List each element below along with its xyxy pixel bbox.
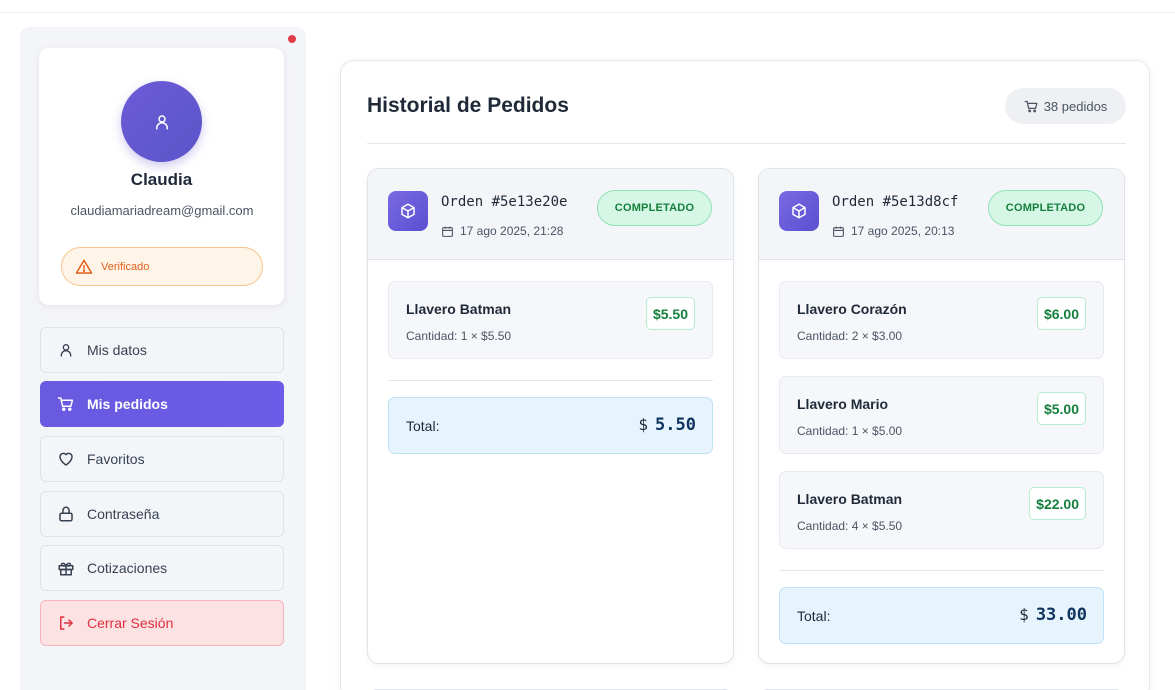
profile-email: claudiamariadream@gmail.com bbox=[70, 203, 254, 218]
order-total: Total: $ 33.00 bbox=[779, 587, 1104, 644]
order-header: Orden #5e13d8cf 17 ago 2025, 20:13 COMPL… bbox=[759, 169, 1124, 260]
order-date-text: 17 ago 2025, 20:13 bbox=[851, 224, 955, 238]
order-card: Orden #5e13d8cf 17 ago 2025, 20:13 COMPL… bbox=[758, 168, 1125, 664]
warning-icon bbox=[75, 259, 93, 274]
user-icon bbox=[57, 341, 75, 359]
sidebar-item-mis-datos[interactable]: Mis datos bbox=[40, 327, 284, 373]
item-price: $22.00 bbox=[1029, 487, 1086, 520]
order-count: 38 pedidos bbox=[1043, 98, 1108, 114]
currency-symbol: $ bbox=[1019, 605, 1029, 624]
package-icon bbox=[779, 191, 819, 231]
sidebar-item-label: Cotizaciones bbox=[87, 560, 168, 576]
sidebar-item-label: Contraseña bbox=[87, 506, 160, 522]
verified-label: Verificado bbox=[101, 260, 150, 273]
order-total: Total: $ 5.50 bbox=[388, 397, 713, 454]
calendar-icon bbox=[442, 226, 453, 237]
item-name: Llavero Mario bbox=[797, 396, 889, 412]
item-price: $5.50 bbox=[645, 297, 695, 330]
notification-dot bbox=[288, 35, 296, 43]
orders-panel: Historial de Pedidos 38 pedidos Orden #5… bbox=[340, 60, 1150, 690]
order-header: Orden #5e13e20e 17 ago 2025, 21:28 COMPL… bbox=[368, 169, 733, 260]
total-amount: 33.00 bbox=[1035, 605, 1087, 625]
item-quantity: Cantidad: 1 × $5.50 bbox=[406, 329, 512, 343]
page-title: Historial de Pedidos bbox=[367, 94, 569, 117]
order-item: Llavero Batman Cantidad: 1 × $5.50 $5.50 bbox=[388, 281, 713, 359]
profile-name: Claudia bbox=[130, 170, 193, 189]
order-item: Llavero Batman Cantidad: 4 × $5.50 $22.0… bbox=[779, 471, 1104, 549]
cart-icon bbox=[1024, 100, 1038, 112]
sidebar-item-label: Favoritos bbox=[87, 451, 145, 467]
lock-icon bbox=[57, 505, 75, 523]
divider bbox=[367, 143, 1126, 144]
order-date: 17 ago 2025, 21:28 bbox=[441, 224, 563, 238]
sidebar-item-mis-pedidos[interactable]: Mis pedidos bbox=[40, 381, 284, 427]
item-quantity: Cantidad: 4 × $5.50 bbox=[797, 519, 903, 533]
order-item: Llavero Mario Cantidad: 1 × $5.00 $5.00 bbox=[779, 376, 1104, 454]
status-badge: COMPLETADO bbox=[597, 190, 712, 226]
total-label: Total: bbox=[406, 418, 440, 434]
status-badge: COMPLETADO bbox=[988, 190, 1103, 226]
order-item: Llavero Corazón Cantidad: 2 × $3.00 $6.0… bbox=[779, 281, 1104, 359]
item-name: Llavero Batman bbox=[797, 491, 903, 507]
sidebar-item-favoritos[interactable]: Favoritos bbox=[40, 436, 284, 482]
order-card: Orden #5e13e20e 17 ago 2025, 21:28 COMPL… bbox=[367, 168, 734, 664]
total-amount: 5.50 bbox=[655, 415, 696, 435]
verified-badge: Verificado bbox=[61, 247, 263, 286]
order-count-badge: 38 pedidos bbox=[1005, 88, 1126, 124]
sidebar-item-label: Mis datos bbox=[87, 342, 147, 358]
order-id: Orden #5e13d8cf bbox=[832, 194, 959, 210]
total-value: $ 5.50 bbox=[638, 415, 696, 435]
avatar[interactable] bbox=[121, 81, 202, 162]
sidebar-item-contrasena[interactable]: Contraseña bbox=[40, 491, 284, 537]
calendar-icon bbox=[833, 226, 844, 237]
top-divider bbox=[0, 12, 1175, 13]
item-name: Llavero Corazón bbox=[797, 301, 907, 317]
logout-button[interactable]: Cerrar Sesión bbox=[40, 600, 284, 646]
currency-symbol: $ bbox=[638, 415, 649, 434]
item-price: $5.00 bbox=[1036, 392, 1086, 425]
order-date-text: 17 ago 2025, 21:28 bbox=[460, 224, 564, 238]
sidebar-item-label: Mis pedidos bbox=[87, 396, 168, 412]
package-icon bbox=[388, 191, 428, 231]
divider bbox=[388, 380, 713, 381]
user-icon bbox=[155, 114, 168, 129]
divider bbox=[779, 570, 1104, 571]
order-date: 17 ago 2025, 20:13 bbox=[832, 224, 954, 238]
heart-icon bbox=[57, 450, 75, 468]
sidebar-item-cotizaciones[interactable]: Cotizaciones bbox=[40, 545, 284, 591]
item-quantity: Cantidad: 1 × $5.00 bbox=[797, 424, 903, 438]
total-value: $ 33.00 bbox=[1019, 605, 1087, 625]
profile-card: Claudia claudiamariadream@gmail.com Veri… bbox=[39, 48, 284, 305]
order-id: Orden #5e13e20e bbox=[441, 194, 568, 210]
logout-icon bbox=[57, 614, 75, 632]
item-quantity: Cantidad: 2 × $3.00 bbox=[797, 329, 903, 343]
cart-icon bbox=[57, 395, 75, 413]
item-price: $6.00 bbox=[1036, 297, 1086, 330]
item-name: Llavero Batman bbox=[406, 301, 512, 317]
sidebar-item-label: Cerrar Sesión bbox=[87, 615, 174, 631]
gift-icon bbox=[57, 559, 75, 577]
total-label: Total: bbox=[797, 608, 831, 624]
